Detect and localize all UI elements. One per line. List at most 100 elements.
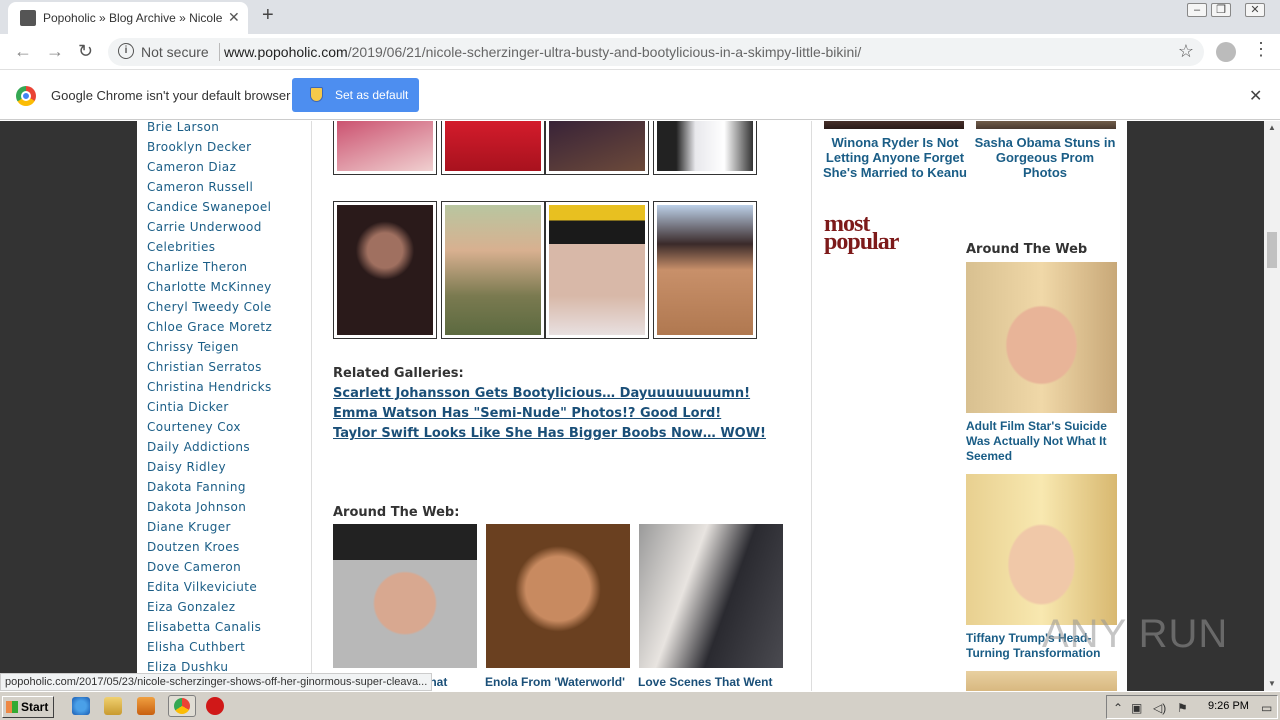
sidebar-item[interactable]: Dove Cameron xyxy=(147,558,272,578)
gallery-image xyxy=(549,205,645,335)
sidebar-item[interactable]: Doutzen Kroes xyxy=(147,538,272,558)
sidebar-item[interactable]: Candice Swanepoel xyxy=(147,198,272,218)
start-button[interactable]: Start xyxy=(2,696,54,718)
gallery-thumb[interactable] xyxy=(653,201,757,339)
scroll-up-icon[interactable]: ▲ xyxy=(1264,121,1280,135)
sidebar-item[interactable]: Dakota Fanning xyxy=(147,478,272,498)
related-link[interactable]: Emma Watson Has "Semi-Nude" Photos!? Goo… xyxy=(333,406,721,421)
url-host: www.popoholic.com xyxy=(224,44,348,60)
promo-caption[interactable]: Adult Film Star's Suicide Was Actually N… xyxy=(966,419,1121,464)
sidebar-item[interactable]: Chloe Grace Moretz xyxy=(147,318,272,338)
infobar-message: Google Chrome isn't your default browser xyxy=(51,88,291,103)
set-as-default-button[interactable]: Set as default xyxy=(292,78,419,112)
sidebar-item[interactable]: Celebrities xyxy=(147,238,272,258)
promo-caption[interactable]: Love Scenes That Went xyxy=(638,675,772,689)
sidebar-item[interactable]: Chrissy Teigen xyxy=(147,338,272,358)
restore-button[interactable]: ❐ xyxy=(1206,0,1236,20)
default-browser-infobar: Google Chrome isn't your default browser… xyxy=(0,70,1280,120)
sidebar-item[interactable]: Cintia Dicker xyxy=(147,398,272,418)
gallery-thumb[interactable] xyxy=(333,201,437,339)
scrollbar-thumb[interactable] xyxy=(1267,232,1277,268)
chrome-taskbar-button[interactable] xyxy=(168,695,196,717)
page-scrollbar[interactable]: ▲ ▼ xyxy=(1264,121,1280,691)
show-desktop-icon[interactable]: ▭ xyxy=(1261,701,1272,715)
info-icon[interactable]: i xyxy=(118,43,134,59)
opera-icon[interactable] xyxy=(206,697,224,715)
sidebar-item[interactable]: Brie Larson xyxy=(147,121,272,138)
sidebar-item[interactable]: Edita Vilkeviciute xyxy=(147,578,272,598)
sidebar-item[interactable]: Courteney Cox xyxy=(147,418,272,438)
menu-kebab-icon[interactable]: ⋮ xyxy=(1252,40,1270,58)
sidebar-item[interactable]: Charlotte McKinney xyxy=(147,278,272,298)
network-icon[interactable]: ▣ xyxy=(1131,701,1142,715)
gallery-thumb[interactable] xyxy=(441,121,545,175)
browser-tab[interactable]: Popoholic » Blog Archive » Nicole Sch ✕ xyxy=(8,2,248,34)
gallery-thumb[interactable] xyxy=(333,121,437,175)
ad-caption[interactable]: Winona Ryder Is Not Letting Anyone Forge… xyxy=(823,135,967,180)
url-path: /2019/06/21/nicole-scherzinger-ultra-bus… xyxy=(347,44,862,60)
scroll-down-icon[interactable]: ▼ xyxy=(1264,677,1280,691)
browser-toolbar: ← → ↻ i Not secure www.popoholic.com/201… xyxy=(0,34,1280,70)
start-label: Start xyxy=(21,700,49,714)
promo-caption[interactable]: Enola From 'Waterworld' xyxy=(485,675,625,689)
sidebar-item[interactable]: Cameron Diaz xyxy=(147,158,272,178)
bookmark-star-icon[interactable]: ☆ xyxy=(1178,41,1194,62)
promo-image[interactable] xyxy=(966,262,1117,413)
promo-image[interactable] xyxy=(966,474,1117,625)
sidebar-item[interactable]: Christina Hendricks xyxy=(147,378,272,398)
sidebar-item[interactable]: Charlize Theron xyxy=(147,258,272,278)
sidebar-item[interactable]: Elisabetta Canalis xyxy=(147,618,272,638)
security-label[interactable]: Not secure xyxy=(141,44,209,60)
promo-image[interactable] xyxy=(639,524,783,668)
sidebar-item[interactable]: Brooklyn Decker xyxy=(147,138,272,158)
gallery-image xyxy=(337,121,433,171)
tab-close-icon[interactable]: ✕ xyxy=(228,9,240,26)
sidebar-item[interactable]: Cheryl Tweedy Cole xyxy=(147,298,272,318)
address-bar[interactable]: i Not secure www.popoholic.com/2019/06/2… xyxy=(108,38,1204,66)
system-tray: ⌃ ▣ ◁) ⚑ 9:26 PM ▭ xyxy=(1106,695,1278,719)
ad-image[interactable] xyxy=(824,121,964,129)
sidebar-item[interactable]: Dakota Johnson xyxy=(147,498,272,518)
action-center-flag-icon[interactable]: ⚑ xyxy=(1177,701,1188,715)
tab-strip: Popoholic » Blog Archive » Nicole Sch ✕ … xyxy=(0,0,1280,34)
ad-image[interactable] xyxy=(976,121,1116,129)
taskbar-clock[interactable]: 9:26 PM xyxy=(1208,700,1249,712)
new-tab-icon[interactable]: + xyxy=(262,4,274,27)
sidebar-item[interactable]: Daisy Ridley xyxy=(147,458,272,478)
promo-image[interactable] xyxy=(333,524,477,668)
volume-icon[interactable]: ◁) xyxy=(1153,701,1166,715)
url-text[interactable]: www.popoholic.com/2019/06/21/nicole-sche… xyxy=(224,44,861,60)
sidebar-item[interactable]: Christian Serratos xyxy=(147,358,272,378)
gallery-thumb[interactable] xyxy=(441,201,545,339)
gallery-image xyxy=(657,121,753,171)
infobar-close-icon[interactable]: ✕ xyxy=(1249,86,1262,106)
sidebar-item[interactable]: Eiza Gonzalez xyxy=(147,598,272,618)
window-close-button[interactable]: ✕ xyxy=(1240,0,1270,20)
reload-icon[interactable]: ↻ xyxy=(78,41,93,62)
sidebar-item[interactable]: Carrie Underwood xyxy=(147,218,272,238)
internet-explorer-icon[interactable] xyxy=(72,697,90,715)
forward-arrow-icon[interactable]: → xyxy=(46,41,64,62)
site-favicon-icon xyxy=(20,10,36,26)
gallery-thumb[interactable] xyxy=(545,121,649,175)
promo-image[interactable] xyxy=(486,524,630,668)
related-link[interactable]: Taylor Swift Looks Like She Has Bigger B… xyxy=(333,426,766,441)
most-popular-line2: popular xyxy=(824,229,899,255)
gallery-thumb[interactable] xyxy=(653,121,757,175)
sidebar-item[interactable]: Elisha Cuthbert xyxy=(147,638,272,658)
tray-expand-icon[interactable]: ⌃ xyxy=(1113,701,1123,715)
back-arrow-icon[interactable]: ← xyxy=(14,41,32,62)
sidebar-item[interactable]: Daily Addictions xyxy=(147,438,272,458)
profile-avatar-icon[interactable] xyxy=(1216,42,1236,62)
gallery-image xyxy=(337,205,433,335)
ad-caption[interactable]: Sasha Obama Stuns in Gorgeous Prom Photo… xyxy=(973,135,1117,180)
sidebar-item[interactable]: Cameron Russell xyxy=(147,178,272,198)
omnibox-divider xyxy=(219,43,220,61)
file-explorer-icon[interactable] xyxy=(104,697,122,715)
media-player-icon[interactable] xyxy=(137,697,155,715)
uac-shield-icon xyxy=(310,87,323,102)
sidebar-item[interactable]: Diane Kruger xyxy=(147,518,272,538)
gallery-thumb[interactable] xyxy=(545,201,649,339)
promo-image[interactable] xyxy=(966,671,1117,691)
related-link[interactable]: Scarlett Johansson Gets Bootylicious… Da… xyxy=(333,386,750,401)
